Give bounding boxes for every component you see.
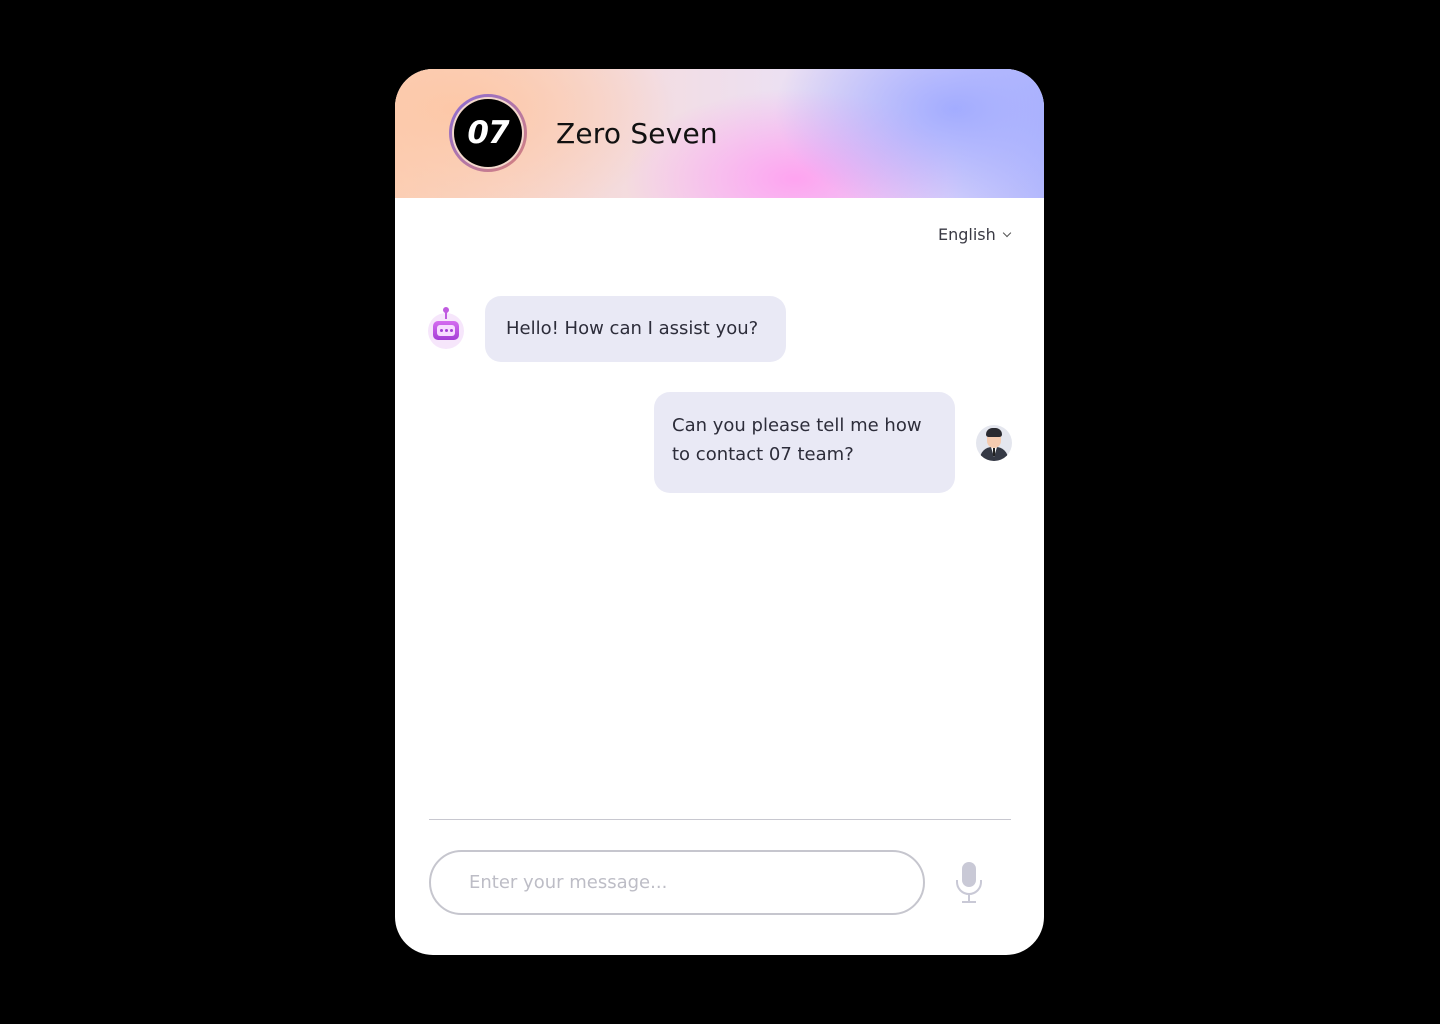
chevron-down-icon [1002, 228, 1012, 237]
language-select-label: English [938, 225, 996, 244]
message-input[interactable] [429, 850, 925, 915]
composer-divider [429, 819, 1011, 820]
bot-avatar-icon [428, 307, 464, 349]
language-select[interactable]: English [938, 225, 1012, 244]
chat-window: 07 Zero Seven English Hello! How can I a… [395, 69, 1044, 955]
microphone-svg [956, 862, 982, 903]
brand-logo: 07 [449, 94, 527, 172]
bot-message-bubble: Hello! How can I assist you? [485, 296, 786, 362]
user-message-bubble: Can you please tell me how to contact 07… [654, 392, 955, 493]
logo-text: 07 [454, 99, 522, 167]
chat-header: 07 Zero Seven [395, 69, 1044, 198]
user-avatar-icon [976, 425, 1012, 461]
brand-name: Zero Seven [556, 117, 718, 150]
microphone-icon[interactable] [951, 860, 987, 904]
